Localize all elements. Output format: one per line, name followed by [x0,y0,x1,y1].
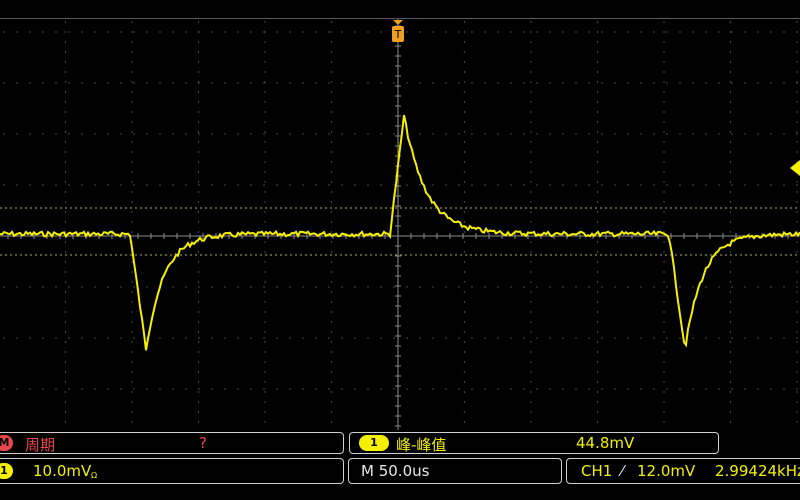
waveform-display [0,18,800,430]
oscilloscope-screen: T M 周期 ? 1 峰-峰值 44.8mV 1 10.0mV Ω M 50.0… [0,0,800,500]
measurement-value: ? [199,434,207,452]
trigger-position-marker-icon[interactable]: T [391,20,405,44]
measurement-peak-to-peak[interactable]: 1 峰-峰值 44.8mV [349,432,719,454]
timebase-value: M 50.0us [361,462,430,480]
trigger-level-arrow-icon[interactable] [790,160,800,176]
channel1-scale: 10.0mV [33,462,92,480]
trigger-level: 12.0mV [637,462,696,480]
measurement-period[interactable]: M 周期 ? [0,432,344,454]
waveform-graticule [0,18,800,430]
channel1-scale-readout[interactable]: 1 10.0mV Ω [0,458,344,484]
channel1-badge: 1 [0,463,13,479]
trigger-slope-icon: ⁄ [621,462,624,480]
measurement-label: 周期 [25,436,56,454]
graticule-grid [0,18,800,430]
svg-text:T: T [394,28,402,41]
math-badge: M [0,435,13,451]
ch1-waveform-trace [0,114,800,351]
trigger-frequency: 2.99424kHz [715,462,800,480]
trigger-readout[interactable]: CH1 ⁄ 12.0mV 2.99424kHz [566,458,800,484]
channel1-badge: 1 [359,435,389,451]
timebase-readout[interactable]: M 50.0us [348,458,562,484]
bandwidth-limit-symbol: Ω [91,471,98,480]
measurement-label: 峰-峰值 [396,436,447,454]
measurement-value: 44.8mV [576,434,635,452]
trigger-channel: CH1 [581,462,613,480]
